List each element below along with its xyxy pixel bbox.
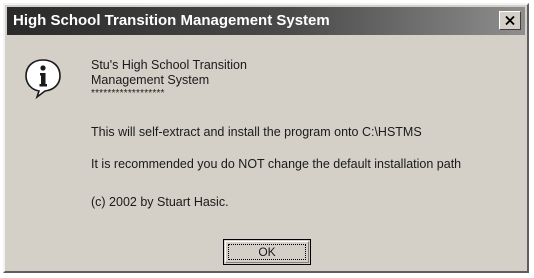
window-title: High School Transition Management System xyxy=(13,12,330,29)
ok-button[interactable]: OK xyxy=(223,239,311,265)
close-icon xyxy=(505,16,515,25)
heading-line-2: Management System xyxy=(91,73,210,87)
close-button[interactable] xyxy=(499,11,521,30)
copyright-text: (c) 2002 by Stuart Hasic. xyxy=(91,195,229,209)
heading-line-1: Stu's High School Transition xyxy=(91,58,247,72)
info-icon xyxy=(25,59,61,99)
install-info-text: This will self-extract and install the p… xyxy=(91,125,422,139)
title-bar[interactable]: High School Transition Management System xyxy=(7,7,525,35)
recommendation-text: It is recommended you do NOT change the … xyxy=(91,157,462,171)
message-dialog: High School Transition Management System… xyxy=(3,3,529,273)
heading-separator: ****************** xyxy=(91,88,165,99)
ok-button-label: OK xyxy=(258,245,276,259)
